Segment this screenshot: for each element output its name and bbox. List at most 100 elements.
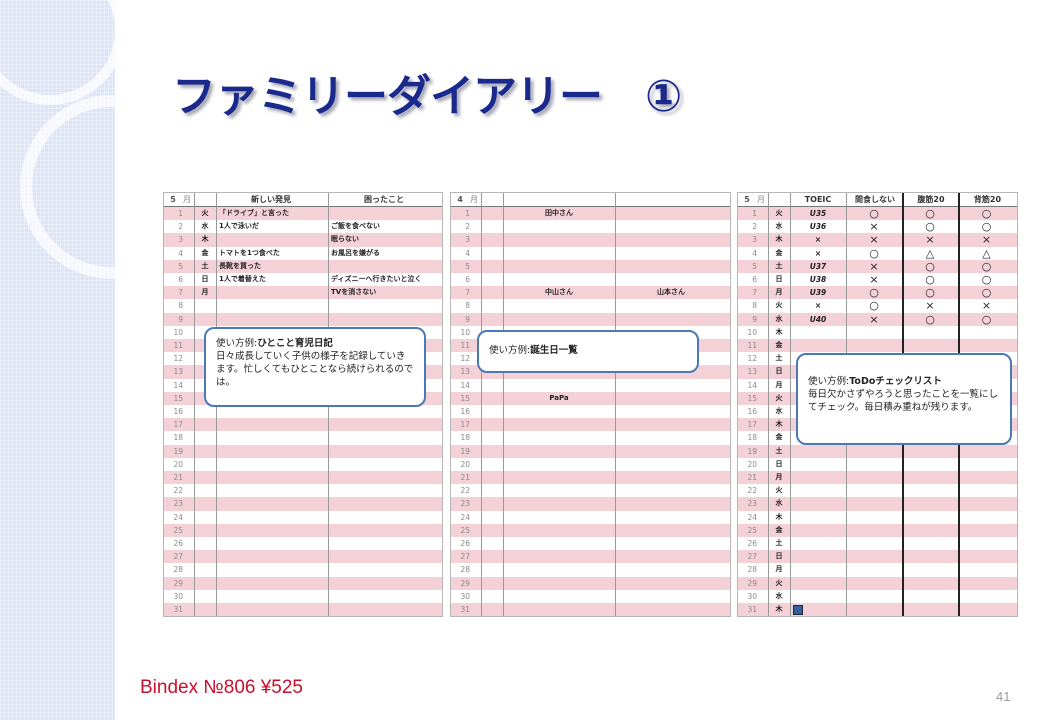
- day-number: 24: [747, 512, 757, 522]
- day-row: 24: [164, 510, 442, 524]
- day-number: 1: [752, 209, 757, 218]
- day-number: 12: [460, 354, 470, 364]
- day-number: 2: [465, 222, 470, 232]
- day-number: 22: [747, 486, 757, 496]
- day-number: 13: [747, 367, 757, 377]
- discovery-entry: [219, 286, 327, 299]
- day-number: 7: [465, 288, 470, 298]
- day-row: 23 水: [738, 497, 1017, 511]
- day-row: 5 土 U37 × ○ ○: [738, 259, 1017, 273]
- weekday: 日: [775, 552, 783, 561]
- callout3-body: 毎日欠かさずやろうと思ったことを一覧にしてチェック。毎日積み重ねが残ります。: [808, 389, 999, 413]
- day-number: 11: [173, 341, 183, 350]
- weekday: 月: [775, 473, 783, 481]
- day-row: 3: [451, 233, 730, 247]
- day-row: 29: [164, 576, 442, 590]
- day-row: 7 中山さん 山本さん: [451, 286, 730, 300]
- day-number: 15: [173, 393, 183, 403]
- discovery-entry: トマトを1つ食べた: [219, 248, 280, 257]
- day-row: 22: [451, 484, 730, 498]
- weekday: 木: [775, 235, 783, 244]
- sheet1-col-discovery: 新しい発見: [251, 195, 291, 204]
- day-row: 23: [451, 497, 730, 511]
- paste-options-icon: [793, 605, 803, 615]
- day-row: 3 木 × × × ×: [738, 233, 1017, 247]
- callout1-body: 日々成長していく子供の様子を記録していきます。忙しくてもひとことなら続けられるの…: [216, 351, 414, 388]
- day-number: 13: [460, 367, 470, 377]
- day-number: 4: [465, 248, 470, 258]
- weekday: 日: [775, 459, 783, 468]
- check-mark: U36: [809, 222, 827, 232]
- weekday: 金: [775, 248, 783, 257]
- weekday: 金: [201, 248, 209, 257]
- check-mark: ○: [981, 312, 992, 326]
- check-mark: ×: [869, 259, 879, 273]
- check-mark: ×: [814, 248, 822, 258]
- day-row: 7 月 TVを消さない: [164, 286, 442, 300]
- product-caption: Bindex №806 ¥525: [140, 677, 304, 698]
- day-number: 26: [460, 539, 470, 548]
- sheet1-header: 5 月 新しい発見 困ったこと: [164, 193, 442, 207]
- weekday: 土: [775, 446, 783, 455]
- day-number: 24: [173, 512, 183, 522]
- day-number: 30: [173, 591, 183, 601]
- column-divider: [194, 193, 195, 616]
- day-row: 26: [164, 537, 442, 551]
- birthday-entry: 山本さん: [657, 288, 685, 297]
- day-row: 23: [164, 497, 442, 511]
- column-divider: [503, 193, 504, 616]
- day-row: 14: [451, 378, 730, 392]
- weekday: 日: [201, 275, 209, 283]
- day-number: 27: [460, 552, 470, 562]
- day-number: 10: [747, 327, 757, 337]
- day-number: 31: [747, 605, 757, 614]
- day-number: 29: [460, 578, 470, 588]
- check-mark: △: [925, 246, 935, 260]
- weekday: 日: [775, 275, 783, 283]
- weekday: 水: [775, 314, 783, 323]
- sheet1-month-unit: 月: [183, 195, 191, 204]
- check-mark: U35: [809, 209, 827, 218]
- weekday: 金: [775, 341, 783, 349]
- day-row: 2: [451, 220, 730, 234]
- weekday: 土: [201, 261, 209, 270]
- day-row: 31 木: [738, 603, 1017, 616]
- day-row: 28: [164, 563, 442, 577]
- weekday: 火: [775, 486, 783, 495]
- day-row: 21 月: [738, 471, 1017, 485]
- day-number: 11: [460, 341, 470, 350]
- check-mark: ×: [925, 233, 935, 247]
- sheet3-col-backup: 背筋20: [973, 195, 1002, 204]
- day-row: 10 木: [738, 325, 1017, 339]
- day-row: 4: [451, 246, 730, 260]
- check-mark: ○: [981, 259, 992, 273]
- day-row: 2 水 1人で泳いだ ご飯を食べない: [164, 220, 442, 234]
- callout-birthday-list: 使い方例:誕生日一覧: [477, 330, 699, 373]
- day-number: 1: [465, 209, 470, 218]
- check-mark: ×: [869, 312, 879, 326]
- sheet2-month: 4: [457, 195, 463, 204]
- day-number: 16: [173, 407, 183, 416]
- trouble-entry: お風呂を嫌がる: [331, 248, 380, 257]
- day-number: 17: [747, 420, 757, 430]
- day-number: 20: [747, 459, 757, 469]
- check-mark: U40: [809, 314, 827, 324]
- check-mark: ○: [869, 286, 879, 300]
- day-row: 27: [451, 550, 730, 564]
- weekday: 水: [775, 222, 783, 231]
- discovery-entry: 「ドライブ」と言った: [219, 209, 289, 217]
- callout2-label: 使い方例:: [489, 345, 531, 356]
- day-number: 19: [173, 446, 183, 456]
- callout1-label: 使い方例:: [216, 338, 258, 349]
- day-number: 19: [747, 446, 757, 456]
- day-number: 8: [465, 301, 470, 311]
- day-row: 29: [451, 576, 730, 590]
- callout-childcare-diary: 使い方例:ひとこと育児日記 日々成長していく子供の様子を記録していきます。忙しく…: [204, 327, 426, 407]
- day-number: 28: [747, 565, 757, 575]
- sheet2-month-unit: 月: [470, 195, 478, 204]
- day-row: 30: [451, 589, 730, 603]
- day-number: 21: [460, 473, 470, 482]
- day-row: 5: [451, 259, 730, 273]
- discovery-entry: 長靴を買った: [219, 261, 261, 270]
- day-row: 1 火 U35 ○ ○ ○: [738, 207, 1017, 221]
